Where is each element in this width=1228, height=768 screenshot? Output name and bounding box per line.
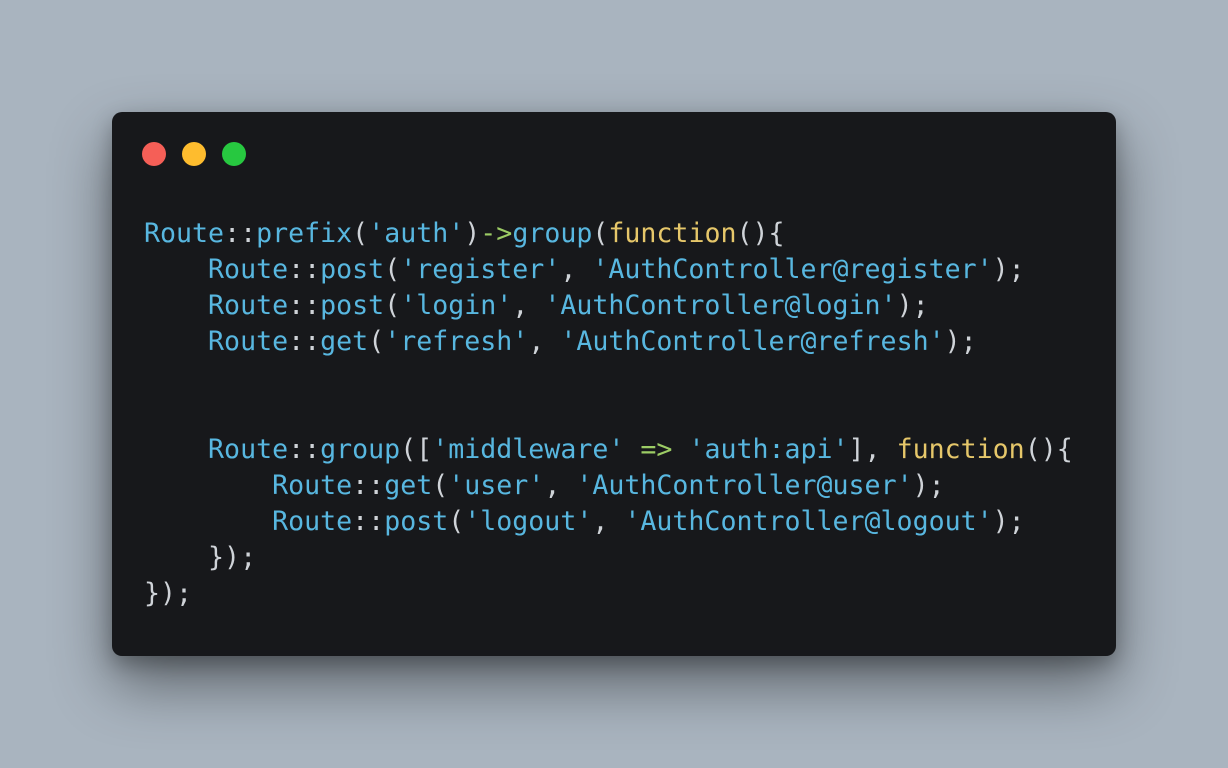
code-token-punctuation: :: xyxy=(352,506,385,537)
code-token-punctuation: , xyxy=(592,506,625,537)
code-token-identifier: Route xyxy=(272,506,353,537)
code-line: Route::get('refresh', 'AuthController@re… xyxy=(144,324,1073,360)
code-token-punctuation: ( xyxy=(432,470,449,501)
code-token-identifier: group xyxy=(512,218,593,249)
code-token-punctuation: :: xyxy=(288,434,321,465)
code-token-punctuation xyxy=(144,434,208,465)
code-line: }); xyxy=(144,576,1073,612)
code-token-punctuation: }); xyxy=(144,542,257,573)
code-token-punctuation: ) xyxy=(464,218,481,249)
code-token-identifier: get xyxy=(320,326,369,357)
code-token-identifier: Route xyxy=(208,434,289,465)
code-token-punctuation: ); xyxy=(992,254,1025,285)
code-token-identifier: group xyxy=(320,434,401,465)
code-token-punctuation: ], xyxy=(848,434,897,465)
code-token-identifier: Route xyxy=(272,470,353,501)
code-line: Route::post('register', 'AuthController@… xyxy=(144,252,1073,288)
code-token-punctuation xyxy=(144,254,208,285)
code-token-punctuation xyxy=(144,326,208,357)
code-token-punctuation: ); xyxy=(896,290,929,321)
code-line: }); xyxy=(144,540,1073,576)
code-token-punctuation xyxy=(624,434,640,465)
code-token-punctuation: ); xyxy=(992,506,1025,537)
code-token-punctuation: , xyxy=(512,290,545,321)
code-token-string-literal: 'auth:api' xyxy=(688,434,849,465)
code-token-punctuation xyxy=(144,506,272,537)
code-token-punctuation: :: xyxy=(288,326,321,357)
code-token-string-literal: 'register' xyxy=(400,254,561,285)
code-token-string-literal: 'AuthController@login' xyxy=(544,290,897,321)
code-token-punctuation: ( xyxy=(384,290,401,321)
code-token-punctuation: ( xyxy=(384,254,401,285)
code-token-string-literal: 'auth' xyxy=(368,218,465,249)
code-token-identifier: prefix xyxy=(256,218,353,249)
code-token-operator: => xyxy=(640,434,673,465)
code-token-punctuation xyxy=(144,290,208,321)
code-token-punctuation: ( xyxy=(448,506,465,537)
code-token-identifier: Route xyxy=(208,290,289,321)
code-token-punctuation: , xyxy=(544,470,577,501)
code-token-punctuation: , xyxy=(560,254,593,285)
code-token-punctuation: }); xyxy=(144,578,193,609)
code-block: Route::prefix('auth')->group(function(){… xyxy=(144,216,1073,612)
code-token-string-literal: 'refresh' xyxy=(384,326,529,357)
code-token-string-literal: 'AuthController@user' xyxy=(576,470,913,501)
code-token-punctuation: :: xyxy=(352,470,385,501)
code-line: Route::post('login', 'AuthController@log… xyxy=(144,288,1073,324)
code-token-punctuation xyxy=(672,434,688,465)
code-token-keyword: function xyxy=(896,434,1025,465)
code-window: Route::prefix('auth')->group(function(){… xyxy=(112,112,1116,656)
code-token-punctuation: ( xyxy=(352,218,369,249)
code-token-punctuation: ); xyxy=(912,470,945,501)
code-token-identifier: Route xyxy=(208,326,289,357)
code-token-string-literal: 'AuthController@logout' xyxy=(624,506,993,537)
code-token-punctuation: ( xyxy=(368,326,385,357)
code-token-identifier: post xyxy=(320,254,385,285)
code-token-punctuation: :: xyxy=(288,290,321,321)
code-token-punctuation: :: xyxy=(288,254,321,285)
code-token-punctuation: , xyxy=(528,326,561,357)
code-token-operator: -> xyxy=(480,218,513,249)
code-token-punctuation: (){ xyxy=(736,218,785,249)
code-token-punctuation: :: xyxy=(224,218,257,249)
code-token-keyword: function xyxy=(608,218,737,249)
code-token-identifier: post xyxy=(384,506,449,537)
code-token-string-literal: 'middleware' xyxy=(432,434,625,465)
code-token-punctuation: ([ xyxy=(400,434,433,465)
code-token-identifier: Route xyxy=(144,218,225,249)
code-token-punctuation: ); xyxy=(944,326,977,357)
code-token-identifier: post xyxy=(320,290,385,321)
code-line: Route::prefix('auth')->group(function(){ xyxy=(144,216,1073,252)
code-token-identifier: get xyxy=(384,470,433,501)
code-token-identifier: Route xyxy=(208,254,289,285)
code-line: Route::group(['middleware' => 'auth:api'… xyxy=(144,432,1073,468)
code-line: Route::get('user', 'AuthController@user'… xyxy=(144,468,1073,504)
code-token-string-literal: 'login' xyxy=(400,290,513,321)
code-token-punctuation: ( xyxy=(592,218,609,249)
code-token-punctuation: (){ xyxy=(1024,434,1073,465)
maximize-button[interactable] xyxy=(222,142,246,166)
code-token-punctuation xyxy=(144,470,272,501)
close-button[interactable] xyxy=(142,142,166,166)
code-token-string-literal: 'AuthController@register' xyxy=(592,254,993,285)
code-token-string-literal: 'user' xyxy=(448,470,545,501)
code-token-string-literal: 'AuthController@refresh' xyxy=(560,326,945,357)
minimize-button[interactable] xyxy=(182,142,206,166)
code-line: Route::post('logout', 'AuthController@lo… xyxy=(144,504,1073,540)
code-token-string-literal: 'logout' xyxy=(464,506,593,537)
